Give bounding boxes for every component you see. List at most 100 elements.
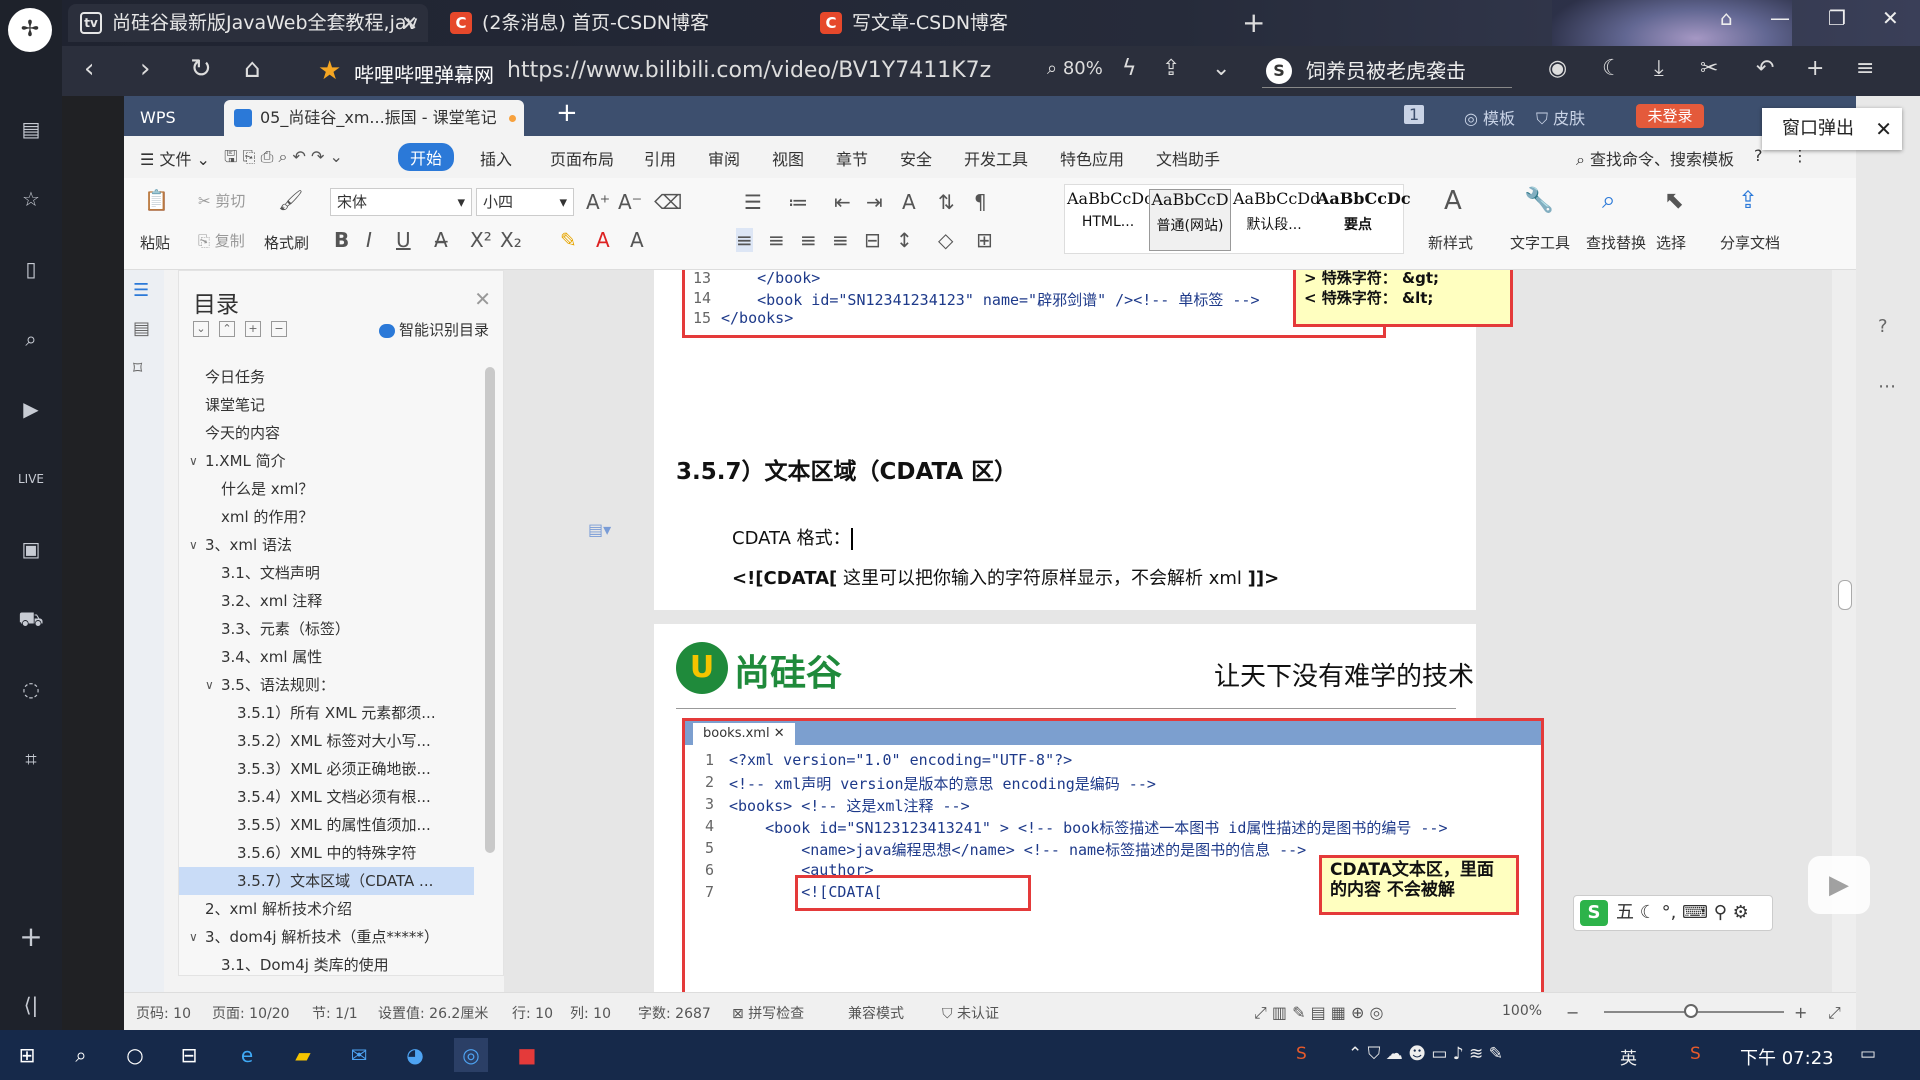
- toc-item[interactable]: 3.1、Dom4j 类库的使用: [179, 951, 474, 979]
- toc-item[interactable]: 3.4、xml 属性: [179, 643, 474, 671]
- toc-item[interactable]: 3.5.4）XML 文档必须有根...: [179, 783, 474, 811]
- style-key-point[interactable]: AaBbCcDc 要点: [1317, 189, 1411, 251]
- zoom-level[interactable]: ⌕ 80%: [1047, 58, 1103, 79]
- briefcase-icon[interactable]: ▣: [14, 532, 48, 566]
- browser-taskbar-icon[interactable]: ◎: [454, 1038, 488, 1072]
- tray-icons[interactable]: ⌃ ⛉ ☁ ☻ ▭ ♪ ≋ ✎: [1348, 1044, 1503, 1064]
- video-play-button[interactable]: ▶: [1808, 856, 1870, 914]
- mail-icon[interactable]: ✉: [342, 1038, 376, 1072]
- toc-item[interactable]: 3.5.3）XML 必须正确地嵌...: [179, 755, 474, 783]
- menu-layout[interactable]: 页面布局: [550, 146, 614, 170]
- close-toc-icon[interactable]: ✕: [474, 287, 491, 311]
- toc-item[interactable]: 3.3、元素（标签）: [179, 615, 474, 643]
- add-icon[interactable]: +: [14, 920, 48, 954]
- menu-security[interactable]: 安全: [900, 146, 932, 170]
- toc-item[interactable]: ∨ 3、dom4j 解析技术（重点*****）: [179, 923, 474, 951]
- italic-icon[interactable]: I: [366, 228, 372, 252]
- menu-review[interactable]: 审阅: [708, 146, 740, 170]
- sogou-tray-icon-2[interactable]: S: [1690, 1044, 1701, 1064]
- bookmark-star-icon[interactable]: ★: [318, 56, 341, 86]
- toc-item[interactable]: 3.5.7）文本区域（CDATA ...: [179, 867, 474, 895]
- shrink-font-icon[interactable]: A⁻: [618, 190, 642, 214]
- toc-item[interactable]: 3.5.5）XML 的属性值须加...: [179, 811, 474, 839]
- help-circle-icon[interactable]: ?: [1878, 316, 1888, 337]
- zoom-out-icon[interactable]: −: [1566, 1003, 1579, 1022]
- toc-item[interactable]: 3.5.1）所有 XML 元素都须...: [179, 699, 474, 727]
- indent-icon[interactable]: ⇥: [866, 190, 883, 214]
- remove-heading-icon[interactable]: −: [271, 321, 287, 337]
- taskbar-search-icon[interactable]: ⌕: [64, 1038, 98, 1072]
- toc-item[interactable]: xml 的作用？: [179, 503, 474, 531]
- font-family-select[interactable]: 宋体 ▾: [330, 188, 472, 216]
- toc-item[interactable]: ∨ 1.XML 简介: [179, 447, 474, 475]
- char-shading-icon[interactable]: A: [630, 228, 644, 252]
- close-tab-icon[interactable]: ✕: [401, 4, 418, 42]
- menu-assistant[interactable]: 文档助手: [1156, 146, 1220, 170]
- toc-item[interactable]: 课堂笔记: [179, 391, 474, 419]
- chevron-down-icon[interactable]: ∨: [189, 923, 198, 951]
- cert-status[interactable]: ⛉ 未认证: [942, 1003, 999, 1023]
- menu-devtools[interactable]: 开发工具: [964, 146, 1028, 170]
- tab-csdn-write[interactable]: C 写文章-CSDN博客: [808, 4, 1168, 42]
- favorites-icon[interactable]: ☆: [14, 182, 48, 216]
- zoom-slider-knob[interactable]: [1684, 1004, 1698, 1018]
- style-default-para[interactable]: AaBbCcDd 默认段...: [1233, 189, 1320, 251]
- zoom-value[interactable]: 100%: [1502, 1003, 1542, 1019]
- home-button[interactable]: ⌂: [244, 54, 261, 84]
- find-replace-label[interactable]: 查找替换: [1586, 232, 1646, 253]
- minimize-button[interactable]: —: [1770, 6, 1790, 30]
- login-button[interactable]: 未登录: [1636, 104, 1704, 128]
- browser-logo-icon[interactable]: ✢: [8, 8, 52, 52]
- search-box[interactable]: S 饲养员被老虎袭击: [1262, 54, 1512, 88]
- sort-icon[interactable]: ⇅: [938, 190, 955, 214]
- flash-icon[interactable]: ϟ: [1122, 56, 1137, 81]
- edge-icon[interactable]: e: [230, 1038, 264, 1072]
- subscript-icon[interactable]: X₂: [500, 228, 522, 252]
- float-tool-icon[interactable]: ▤▾: [588, 520, 611, 539]
- app-icon[interactable]: ◕: [398, 1038, 432, 1072]
- toc-icon[interactable]: ☰: [133, 280, 155, 302]
- add-heading-icon[interactable]: +: [245, 321, 261, 337]
- numbering-icon[interactable]: ≔: [788, 190, 808, 214]
- sogou-tray-icon[interactable]: S: [1296, 1044, 1307, 1064]
- toc-item[interactable]: 今天的内容: [179, 419, 474, 447]
- collapse-sidebar-icon[interactable]: ⟨|: [14, 988, 48, 1022]
- highlight-icon[interactable]: ✎: [560, 228, 577, 252]
- text-tools-icon[interactable]: 🔧: [1524, 186, 1554, 214]
- menu-chapter[interactable]: 章节: [836, 146, 868, 170]
- collapse-all-icon[interactable]: ⌄: [193, 321, 209, 337]
- shirt-skin-icon[interactable]: ⌂: [1720, 6, 1733, 30]
- align-right-icon[interactable]: ≡: [800, 228, 817, 252]
- show-marks-icon[interactable]: ¶: [974, 190, 987, 214]
- menu-reference[interactable]: 引用: [644, 146, 676, 170]
- explorer-icon[interactable]: ▰: [286, 1038, 320, 1072]
- clear-format-icon[interactable]: ⌫: [654, 190, 682, 214]
- borders-icon[interactable]: ⊞: [976, 228, 993, 252]
- skin-button[interactable]: ⛉ 皮肤: [1536, 105, 1585, 129]
- chevron-down-icon[interactable]: ∨: [189, 447, 198, 475]
- bookmark-icon[interactable]: ⌑: [133, 358, 155, 380]
- menu-home[interactable]: 开始: [398, 143, 455, 171]
- quick-access-icons[interactable]: 🖫 ⎘ ⎙ ⌕ ↶ ↷ ⌄: [224, 146, 343, 173]
- underline-icon[interactable]: U: [396, 228, 411, 252]
- chat-icon[interactable]: ◌: [14, 672, 48, 706]
- select-pointer-icon[interactable]: ⬉: [1664, 186, 1684, 214]
- menu-features[interactable]: 特色应用: [1060, 146, 1124, 170]
- line-spacing-icon[interactable]: ↕: [896, 228, 913, 252]
- add-icon[interactable]: +: [1806, 56, 1824, 81]
- menu-insert[interactable]: 插入: [480, 146, 512, 170]
- zoom-slider[interactable]: [1604, 1004, 1784, 1018]
- task-view-icon[interactable]: ⊟: [172, 1038, 206, 1072]
- format-painter-label[interactable]: 格式刷: [264, 232, 309, 253]
- menu-file[interactable]: ☰ 文件 ⌄: [140, 146, 210, 170]
- align-center-icon[interactable]: ≡: [768, 228, 785, 252]
- new-style-label[interactable]: 新样式: [1428, 232, 1473, 253]
- live-icon[interactable]: LIVE: [14, 462, 48, 496]
- moon-icon[interactable]: ☾: [1602, 56, 1622, 81]
- align-left-icon[interactable]: ≡: [736, 228, 753, 252]
- outdent-icon[interactable]: ⇤: [834, 190, 851, 214]
- shading-icon[interactable]: ◇: [938, 228, 953, 252]
- toc-item[interactable]: 今日任务: [179, 363, 474, 391]
- download-icon[interactable]: ⤓: [1654, 56, 1664, 81]
- video-icon[interactable]: ▶: [14, 392, 48, 426]
